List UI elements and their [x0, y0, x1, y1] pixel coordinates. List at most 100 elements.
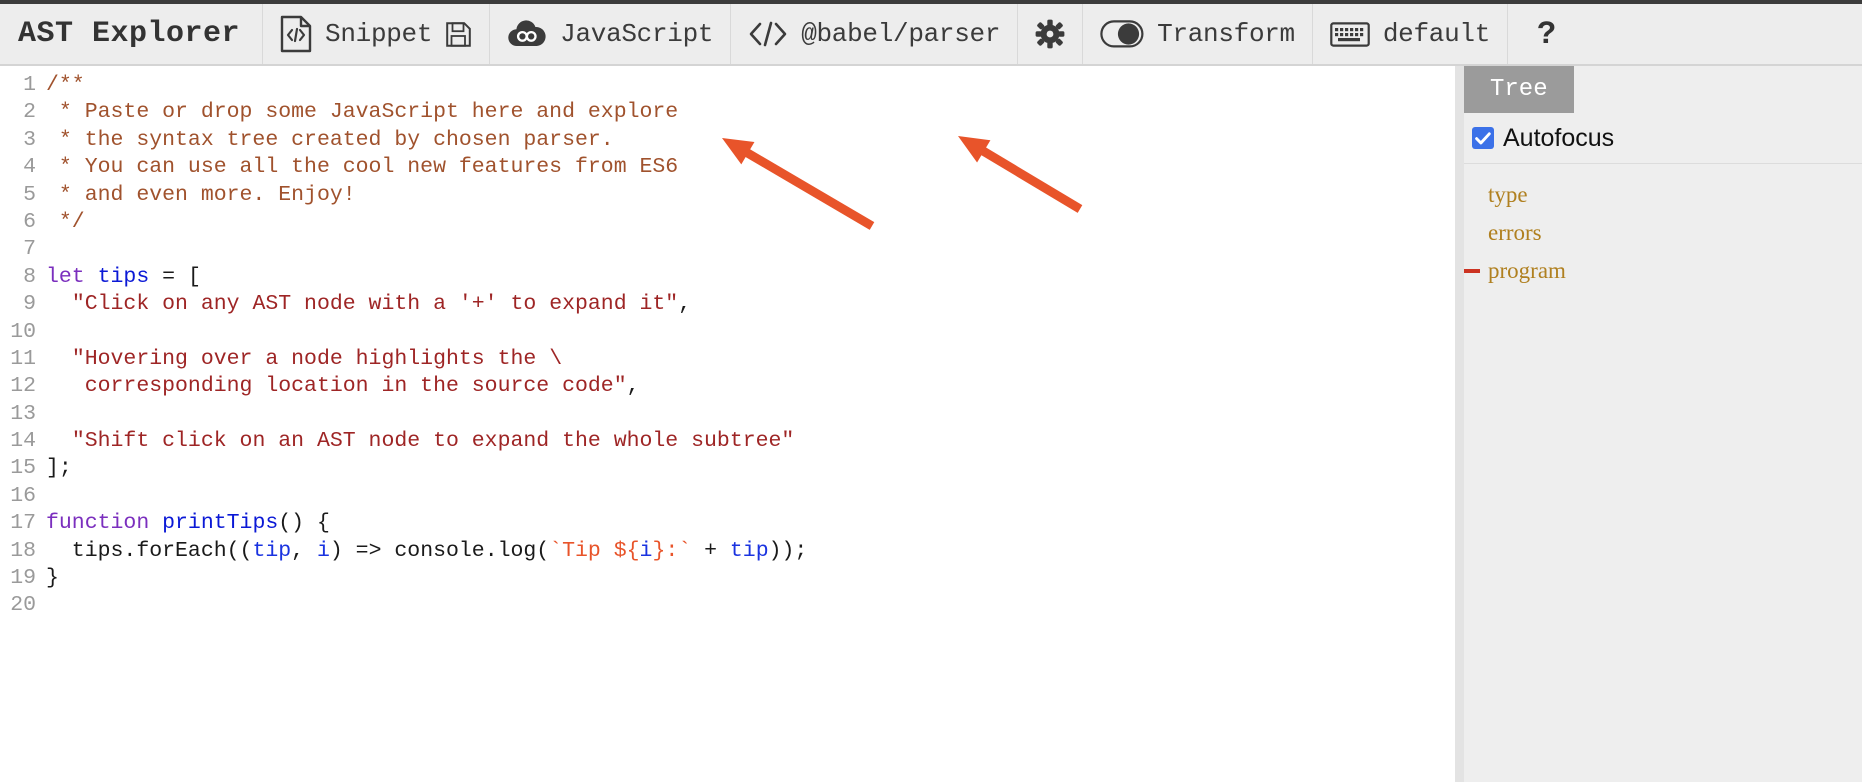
code-token: ) => console.log( — [329, 538, 550, 563]
line-number: 12 — [10, 374, 36, 399]
code-token: + — [691, 538, 730, 563]
code-line[interactable]: 17 function printTips() { — [0, 510, 1455, 537]
code-token: let — [46, 264, 85, 289]
code-line[interactable]: 19} — [0, 565, 1455, 592]
code-line-text: tips.forEach((tip, i) => console.log(`Ti… — [46, 538, 1455, 565]
code-lines[interactable]: 1/** 2 * Paste or drop some JavaScript he… — [0, 66, 1455, 620]
tree-node-row[interactable]: errors — [1464, 214, 1862, 252]
code-line[interactable]: 20 — [0, 592, 1455, 619]
collapse-minus-icon[interactable] — [1464, 269, 1480, 273]
line-number: 17 — [10, 511, 36, 536]
toolbar-language-label: JavaScript — [560, 19, 714, 49]
toolbar-settings-button[interactable] — [1018, 4, 1084, 64]
code-line[interactable]: 7 — [0, 236, 1455, 263]
ast-explorer-app: AST Explorer Snippet JavaScript @babel/p… — [0, 0, 1862, 782]
autofocus-checkbox[interactable] — [1472, 127, 1494, 149]
tree-node-row[interactable]: type — [1464, 176, 1862, 214]
code-token: ]; — [46, 456, 72, 481]
toolbar-parser-label: @babel/parser — [801, 19, 1001, 49]
toolbar-keymap-label: default — [1382, 19, 1490, 49]
tree-node-key: program — [1488, 258, 1566, 283]
line-number: 20 — [10, 593, 36, 618]
code-line[interactable]: 8 let tips = [ — [0, 264, 1455, 291]
code-token: tips.forEach(( — [46, 538, 253, 563]
autofocus-label: Autofocus — [1503, 123, 1615, 152]
tree-node-key: type — [1488, 182, 1528, 207]
code-line[interactable]: 18 tips.forEach((tip, i) => console.log(… — [0, 538, 1455, 565]
code-token: "Shift click on an AST node to expand th… — [71, 429, 795, 454]
gear-icon[interactable] — [1035, 19, 1065, 49]
line-number: 6 — [23, 209, 36, 234]
code-token: () { — [278, 511, 330, 536]
tree-panel: Tree Autofocus type errors program — [1464, 66, 1862, 782]
tree-node-row[interactable]: program — [1464, 252, 1862, 290]
code-line-text: * the syntax tree created by chosen pars… — [46, 127, 1455, 154]
code-file-icon — [280, 15, 312, 53]
code-line[interactable]: 12 corresponding location in the source … — [0, 373, 1455, 400]
code-line-text: /** — [46, 72, 1455, 99]
line-number: 15 — [10, 456, 36, 481]
code-token: , — [626, 374, 640, 399]
toolbar-help-button[interactable]: ? — [1508, 4, 1585, 64]
code-line-text: * and even more. Enjoy! — [46, 182, 1455, 209]
code-token: i — [316, 538, 330, 563]
line-number: 13 — [10, 401, 36, 426]
code-line[interactable]: 14 "Shift click on an AST node to expand… — [0, 428, 1455, 455]
save-icon[interactable] — [445, 21, 472, 48]
toolbar-parser-selector[interactable]: @babel/parser — [731, 4, 1019, 64]
code-token: , — [678, 292, 692, 317]
pane-divider[interactable] — [1455, 66, 1464, 782]
toolbar-snippet-label: Snippet — [325, 19, 433, 49]
line-number: 18 — [10, 538, 36, 563]
code-editor[interactable]: 1/** 2 * Paste or drop some JavaScript he… — [0, 66, 1455, 782]
code-token: "Hovering over a node highlights the \ — [71, 346, 563, 371]
code-token: `Tip ${ — [549, 538, 640, 563]
toolbar-keymap-selector[interactable]: default — [1313, 4, 1508, 64]
code-line[interactable]: 4 * You can use all the cool new feature… — [0, 154, 1455, 181]
toolbar-snippet-button[interactable]: Snippet — [263, 4, 491, 64]
code-line[interactable]: 13 — [0, 401, 1455, 428]
code-line[interactable]: 15]; — [0, 455, 1455, 482]
code-token: * You can use all the cool new features … — [46, 155, 679, 180]
code-line[interactable]: 1 /** — [0, 72, 1455, 99]
code-line[interactable]: 9 "Click on any AST node with a '+' to e… — [0, 291, 1455, 318]
code-brackets-icon — [748, 20, 788, 48]
code-line[interactable]: 6 */ — [0, 209, 1455, 236]
top-toolbar: AST Explorer Snippet JavaScript @babel/p… — [0, 0, 1862, 66]
line-number: 19 — [10, 566, 36, 591]
code-token: * the syntax tree created by chosen pars… — [46, 127, 614, 152]
code-token: )); — [768, 538, 808, 563]
code-token: * and even more. Enjoy! — [46, 182, 356, 207]
code-line[interactable]: 5 * and even more. Enjoy! — [0, 182, 1455, 209]
line-number: 11 — [10, 346, 36, 371]
cloud-infinity-icon — [507, 19, 547, 49]
code-line[interactable]: 3 * the syntax tree created by chosen pa… — [0, 127, 1455, 154]
line-number: 9 — [23, 292, 36, 317]
code-token: tip — [729, 538, 769, 563]
code-line[interactable]: 11 "Hovering over a node highlights the … — [0, 346, 1455, 373]
code-token: tip — [252, 538, 292, 563]
code-line[interactable]: 16 — [0, 483, 1455, 510]
tree-options-bar: Autofocus — [1464, 113, 1862, 164]
code-token: /** — [46, 73, 85, 97]
code-line[interactable]: 10 — [0, 319, 1455, 346]
toolbar-language-selector[interactable]: JavaScript — [490, 4, 732, 64]
code-line-text: let tips = [ — [46, 264, 1455, 291]
tab-tree[interactable]: Tree — [1464, 66, 1574, 113]
line-number: 4 — [23, 155, 36, 180]
tree-node-list[interactable]: type errors program — [1464, 164, 1862, 782]
line-number: 16 — [10, 483, 36, 508]
code-token: , — [291, 538, 317, 563]
line-number: 7 — [23, 237, 36, 262]
code-token: }:` — [652, 538, 692, 563]
code-token: } — [46, 566, 59, 591]
toolbar-transform-selector[interactable]: Transform — [1083, 4, 1313, 64]
code-line[interactable]: 2 * Paste or drop some JavaScript here a… — [0, 99, 1455, 126]
code-token: tips — [97, 264, 150, 289]
app-brand[interactable]: AST Explorer — [0, 4, 264, 64]
code-line-text: * Paste or drop some JavaScript here and… — [46, 99, 1455, 126]
